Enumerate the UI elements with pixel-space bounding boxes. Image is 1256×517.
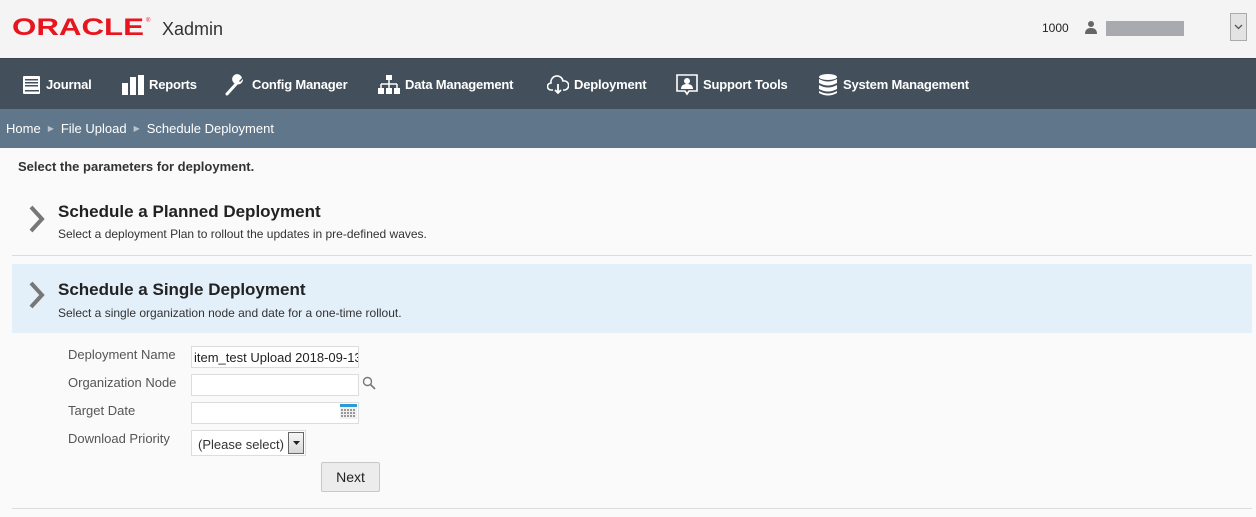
nav-label: Reports	[149, 77, 197, 92]
search-icon[interactable]	[362, 376, 376, 390]
download-priority-label: Download Priority	[68, 431, 170, 446]
bar-chart-icon	[122, 74, 144, 95]
chevron-down-icon	[1234, 24, 1243, 30]
option-title: Schedule a Planned Deployment	[58, 202, 321, 221]
target-date-input[interactable]	[191, 402, 359, 424]
breadcrumb-home[interactable]: Home	[6, 121, 41, 136]
nav-label: System Management	[843, 77, 969, 92]
breadcrumb: Home ▶ File Upload ▶ Schedule Deployment	[0, 109, 1256, 148]
nav-item-system-management[interactable]: System Management	[818, 59, 969, 110]
breadcrumb-separator-icon: ▶	[47, 124, 54, 133]
nav-item-support-tools[interactable]: Support Tools	[676, 59, 788, 110]
nav-label: Journal	[46, 77, 92, 92]
nav-label: Config Manager	[252, 77, 348, 92]
organization-node-input[interactable]	[191, 374, 359, 396]
nav-item-data-management[interactable]: Data Management	[378, 59, 513, 110]
cloud-download-icon	[547, 74, 569, 94]
breadcrumb-current: Schedule Deployment	[146, 121, 274, 136]
svg-text:ORACLE: ORACLE	[12, 16, 144, 38]
support-icon	[676, 73, 698, 95]
user-menu-button[interactable]	[1230, 13, 1247, 41]
book-icon	[23, 75, 40, 94]
download-priority-value: (Please select)	[198, 437, 284, 452]
database-icon	[819, 73, 837, 95]
download-priority-select[interactable]: (Please select)	[191, 430, 306, 456]
chevron-right-icon	[29, 205, 45, 233]
deployment-name-label: Deployment Name	[68, 347, 176, 362]
breadcrumb-file-upload[interactable]: File Upload	[61, 121, 127, 136]
user-name-redacted	[1106, 21, 1184, 36]
hierarchy-icon	[378, 74, 400, 94]
divider	[12, 508, 1252, 509]
nav-item-journal[interactable]: Journal	[22, 59, 92, 110]
chevron-right-icon	[29, 281, 45, 309]
page-instruction: Select the parameters for deployment.	[18, 159, 255, 174]
option-title: Schedule a Single Deployment	[58, 280, 306, 299]
dropdown-arrow-icon[interactable]	[288, 432, 304, 454]
option-description: Select a deployment Plan to rollout the …	[58, 227, 427, 241]
deployment-name-input[interactable]	[191, 346, 359, 368]
nav-item-reports[interactable]: Reports	[122, 59, 197, 110]
user-number: 1000	[1042, 21, 1069, 35]
nav-label: Support Tools	[703, 77, 788, 92]
breadcrumb-separator-icon: ▶	[133, 124, 140, 133]
organization-node-label: Organization Node	[68, 375, 177, 390]
wrench-icon	[225, 73, 244, 95]
option-planned-deployment[interactable]: Schedule a Planned Deployment Select a d…	[12, 190, 1252, 256]
option-single-deployment[interactable]: Schedule a Single Deployment Select a si…	[12, 264, 1252, 333]
next-button[interactable]: Next	[321, 462, 380, 492]
app-title: Xadmin	[162, 19, 224, 39]
nav-item-deployment[interactable]: Deployment	[547, 59, 647, 110]
nav-label: Data Management	[405, 77, 514, 92]
person-icon	[1085, 21, 1097, 34]
nav-label: Deployment	[574, 77, 647, 92]
nav-item-config-manager[interactable]: Config Manager	[225, 59, 348, 110]
main-nav: Journal Reports Config Manager Data Mana…	[0, 58, 1256, 109]
oracle-logo: ORACLE ®	[12, 16, 151, 38]
svg-text:®: ®	[146, 17, 151, 24]
calendar-icon[interactable]	[340, 404, 357, 419]
target-date-label: Target Date	[68, 403, 136, 418]
option-description: Select a single organization node and da…	[58, 306, 402, 320]
app-header: ORACLE ® Xadmin 1000	[0, 0, 1256, 58]
